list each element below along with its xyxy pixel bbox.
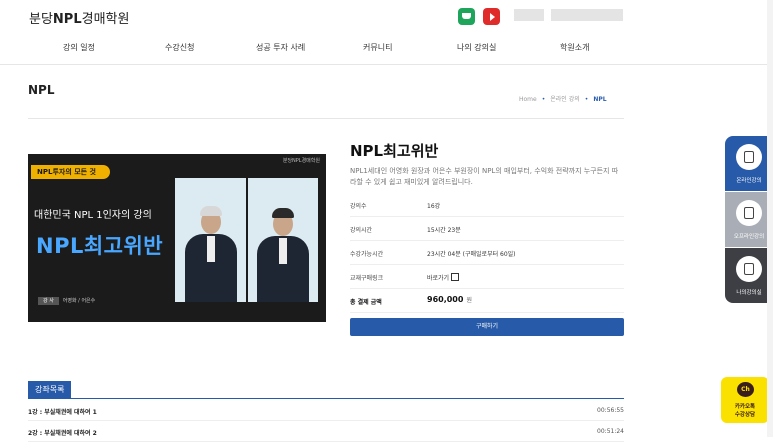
- info-row-access-time: 수강가능시간 23시간 04분 (구매일로부터 60일): [350, 241, 624, 265]
- nav-item-my-classroom[interactable]: 나의 강의실: [457, 42, 496, 53]
- banner-instructors: 강 사 어영화 / 어은수: [38, 297, 96, 305]
- info-label: 교재구매링크: [350, 275, 384, 282]
- kakao-consult-button[interactable]: Ch 카카오톡 수강상담: [721, 377, 769, 423]
- info-row-total: 총 결제 금액 960,000 원: [350, 289, 624, 313]
- breadcrumb-separator: •: [584, 96, 589, 103]
- info-value: 16강: [427, 203, 441, 210]
- kakao-label-1: 카카오톡: [734, 404, 756, 410]
- info-row-duration: 강의시간 15시간 23분: [350, 217, 624, 241]
- logo-suffix: 경매학원: [81, 12, 130, 27]
- breadcrumb-online[interactable]: 온라인 강의: [550, 96, 580, 103]
- course-info-table: 강의수 16강 강의시간 15시간 23분 수강가능시간 23시간 04분 (구…: [350, 193, 624, 313]
- kakao-channel-icon: Ch: [737, 382, 754, 397]
- quick-menu-my-classroom[interactable]: 나의강의실: [725, 248, 773, 303]
- info-label: 수강가능시간: [350, 251, 384, 258]
- total-price-value: 960,000: [427, 295, 464, 304]
- nav-item-schedule[interactable]: 강의 일정: [63, 42, 95, 53]
- naver-cafe-icon[interactable]: [458, 8, 475, 25]
- banner-subtitle: 대한민국 NPL 1인자의 강의: [34, 210, 152, 221]
- blurred-link[interactable]: [514, 9, 544, 21]
- info-row-textbook: 교재구매링크 바로가기: [350, 265, 624, 289]
- main-nav: 강의 일정 수강신청 성공 투자 사례 커뮤니티 나의 강의실 학원소개: [0, 42, 773, 56]
- info-value: 15시간 23분: [427, 227, 461, 234]
- total-price-unit: 원: [466, 297, 472, 304]
- kakao-label-2: 수강상담: [734, 412, 756, 418]
- info-value: 23시간 04분 (구매일로부터 60일): [427, 251, 516, 258]
- info-label: 강의수: [350, 203, 367, 210]
- breadcrumb-current: NPL: [593, 96, 607, 103]
- monitor-icon: [736, 144, 762, 170]
- page-title: NPL: [28, 83, 55, 97]
- logo-prefix: 분당: [29, 12, 53, 27]
- site-header: 분당NPL경매학원 강의 일정 수강신청 성공 투자 사례 커뮤니티 나의 강의…: [0, 0, 773, 65]
- lecture-title: 1강 : 부실채권에 대하여 1: [28, 409, 97, 416]
- breadcrumb-home[interactable]: Home: [519, 96, 537, 103]
- lecture-duration: 00:56:55: [597, 407, 624, 414]
- instructor-photo-1: [175, 178, 246, 302]
- info-label: 강의시간: [350, 227, 373, 234]
- page-scrollbar[interactable]: [767, 0, 773, 437]
- quick-menu-label: 온라인강의: [736, 178, 762, 184]
- clipboard-icon: [736, 256, 762, 282]
- youtube-icon[interactable]: [483, 8, 500, 25]
- lecture-list-underline: [28, 398, 624, 399]
- lecture-duration: 00:51:24: [597, 428, 624, 435]
- instructor-names: 어영화 / 어은수: [62, 298, 96, 304]
- quick-menu: 온라인강의 오프라인강의 나의강의실: [725, 136, 773, 303]
- instructor-label: 강 사: [38, 297, 59, 305]
- person-shirt: [207, 236, 215, 262]
- nav-item-success[interactable]: 성공 투자 사례: [256, 42, 305, 53]
- banner-headline: NPL최고위반: [36, 234, 164, 258]
- nav-item-register[interactable]: 수강신청: [165, 42, 194, 53]
- course-banner: 분당NPL경매학원 NPL투자의 모든 것 대한민국 NPL 1인자의 강의 N…: [28, 154, 326, 322]
- quick-menu-online[interactable]: 온라인강의: [725, 136, 773, 191]
- total-label: 총 결제 금액: [350, 299, 382, 306]
- nav-item-community[interactable]: 커뮤니티: [363, 42, 392, 53]
- lecture-list-tab[interactable]: 강좌목록: [28, 381, 72, 398]
- total-price: 960,000 원: [427, 295, 472, 304]
- banner-brand: 분당NPL경매학원: [282, 158, 320, 164]
- quick-menu-offline[interactable]: 오프라인강의: [725, 192, 773, 247]
- breadcrumb-separator: •: [541, 96, 546, 103]
- person-shirt: [279, 238, 287, 264]
- blurred-link[interactable]: [551, 9, 623, 21]
- lecture-row[interactable]: 1강 : 부실채권에 대하여 1 00:56:55: [28, 400, 624, 421]
- quick-menu-label: 오프라인강의: [733, 234, 765, 240]
- banner-tag: NPL투자의 모든 것: [31, 165, 110, 179]
- instructor-photo-2: [248, 178, 318, 302]
- textbook-link-text: 바로가기: [427, 275, 450, 282]
- breadcrumb: Home • 온라인 강의 • NPL: [519, 94, 607, 103]
- site-logo[interactable]: 분당NPL경매학원: [29, 8, 129, 27]
- external-link-icon: [451, 273, 460, 281]
- textbook-link[interactable]: 바로가기: [427, 273, 460, 282]
- course-description: NPL1세대인 어영화 원장과 어은수 부원장이 NPL의 매입부터, 수익화 …: [350, 167, 619, 186]
- logo-bold: NPL: [52, 12, 82, 27]
- nav-item-about[interactable]: 학원소개: [560, 42, 589, 53]
- lecture-row[interactable]: 2강 : 부실채권에 대하여 2 00:51:24: [28, 421, 624, 442]
- person-hair: [200, 206, 222, 216]
- course-title: NPL최고위반: [350, 142, 439, 160]
- quick-menu-label: 나의강의실: [736, 290, 762, 296]
- info-row-lectures: 강의수 16강: [350, 193, 624, 217]
- document-icon: [736, 200, 762, 226]
- buy-button[interactable]: 구매하기: [350, 318, 624, 336]
- person-hair: [272, 208, 294, 218]
- lecture-title: 2강 : 부실채권에 대하여 2: [28, 430, 97, 437]
- section-divider: [28, 118, 624, 119]
